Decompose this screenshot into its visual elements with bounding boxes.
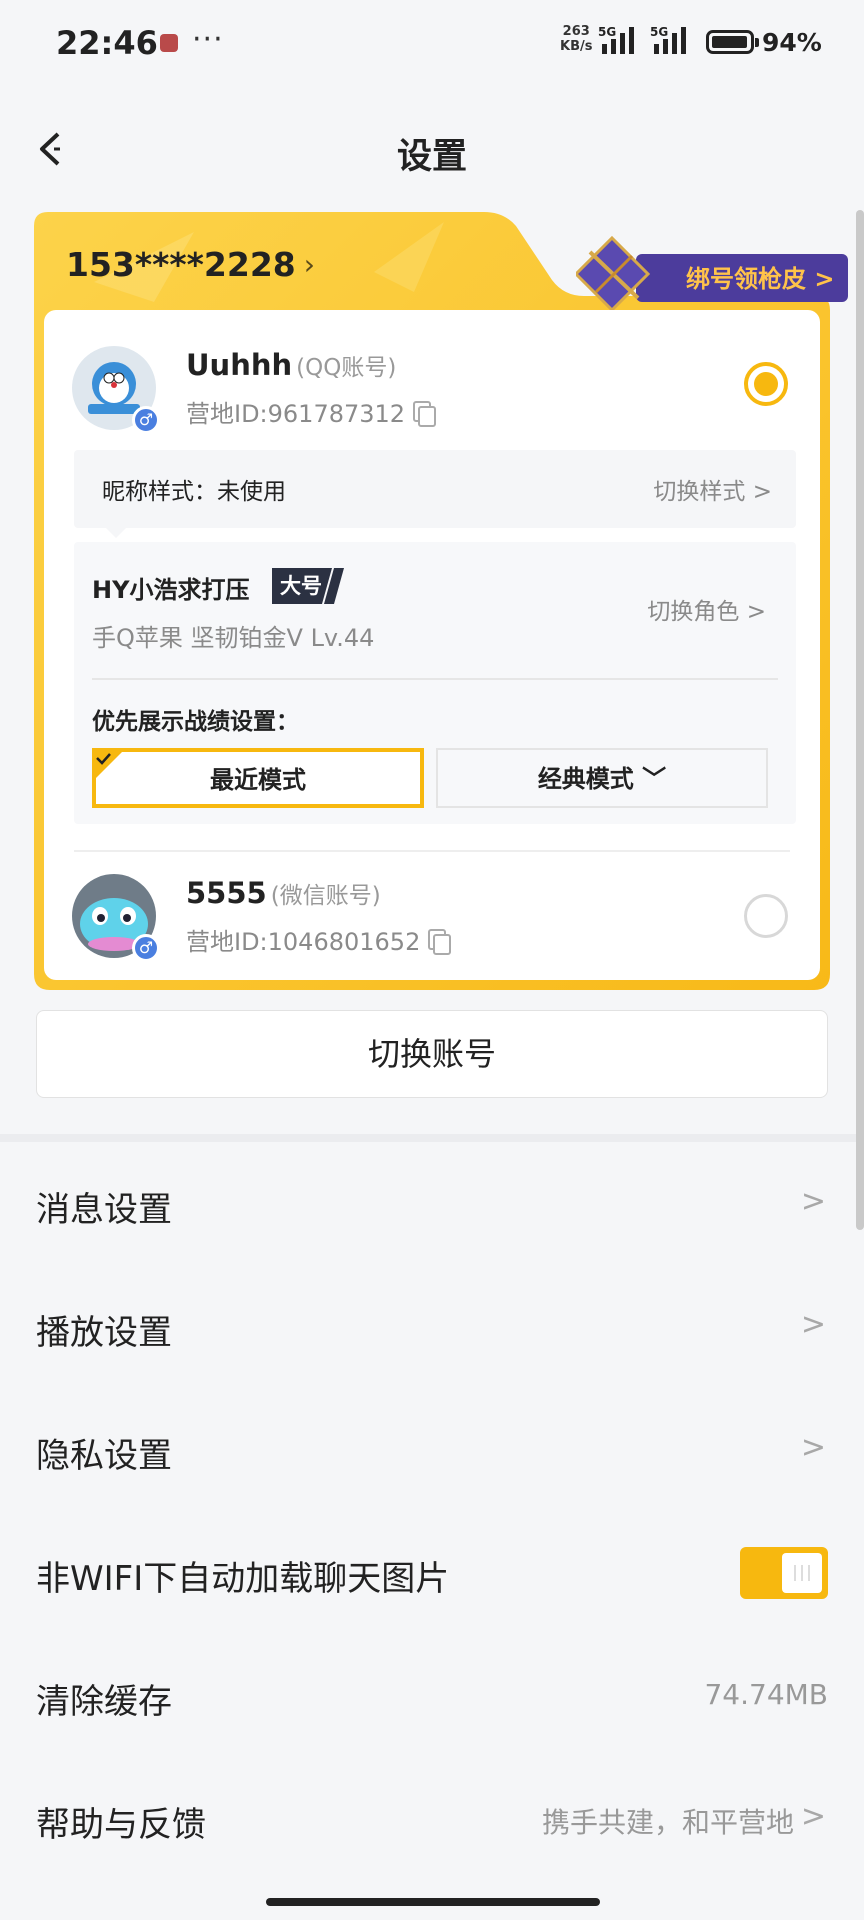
avatar[interactable]: ♂	[72, 346, 160, 434]
recent-mode-label: 最近模式	[210, 766, 306, 794]
bind-account-label: 绑号领枪皮 >	[686, 265, 835, 293]
signal-5g-icon-2: 5G	[650, 25, 686, 54]
header: 设置	[0, 96, 864, 206]
account-name: Uuhhh (QQ账号)	[186, 348, 396, 382]
section-divider	[0, 1134, 864, 1142]
account-list-panel: ♂ Uuhhh (QQ账号) 营地ID:961787312 昵称样式：未使用 切换…	[44, 310, 820, 980]
toggle-knob	[782, 1553, 822, 1593]
help-feedback-row[interactable]: 帮助与反馈 携手共建，和平营地 >	[0, 1757, 864, 1881]
gender-male-icon: ♂	[132, 934, 160, 962]
nickname-style-label: 昵称样式：未使用	[102, 479, 286, 505]
signal-5g-icon: 5G	[598, 25, 634, 54]
camp-id-text: 营地ID:961787312	[186, 400, 406, 428]
recent-mode-button[interactable]: 最近模式	[92, 748, 424, 808]
more-notifications-icon: ···	[192, 22, 224, 57]
account-name-text: Uuhhh	[186, 348, 293, 382]
phone-number: 153****2228	[66, 245, 296, 284]
battery-icon	[706, 30, 759, 54]
avatar[interactable]: ♂	[72, 874, 160, 962]
camp-id: 营地ID:1046801652	[186, 922, 452, 957]
playback-settings-row[interactable]: 播放设置 >	[0, 1265, 864, 1389]
row-label: 隐私设置	[36, 1436, 172, 1476]
role-info: 手Q苹果 坚韧铂金Ⅴ Lv.44	[92, 624, 375, 652]
row-label: 播放设置	[36, 1313, 172, 1353]
classic-mode-label: 经典模式 ﹀	[537, 765, 667, 793]
clear-cache-row[interactable]: 清除缓存 74.74MB	[0, 1634, 864, 1758]
bind-account-banner-button[interactable]: 绑号领枪皮 >	[573, 232, 852, 318]
camp-id-text: 营地ID:1046801652	[186, 928, 421, 956]
auto-load-images-toggle[interactable]	[740, 1547, 828, 1599]
classic-mode-dropdown[interactable]: 经典模式 ﹀	[436, 748, 768, 808]
main-account-badge-text: 大号	[280, 574, 322, 598]
account-type-tag: (微信账号)	[270, 883, 381, 909]
account-name-text: 5555	[186, 876, 267, 910]
selected-check-icon	[92, 748, 126, 782]
main-account-badge: 大号	[272, 568, 344, 604]
network-speed-value: 263	[562, 24, 590, 39]
message-settings-row[interactable]: 消息设置 >	[0, 1142, 864, 1266]
divider	[92, 678, 778, 680]
network-speed: 263 KB/s	[560, 24, 592, 54]
row-label: 非WIFI下自动加载聊天图片	[36, 1559, 450, 1599]
account-radio-unselected[interactable]	[744, 894, 788, 938]
account-type-tag: (QQ账号)	[296, 355, 397, 381]
cache-size: 74.74MB	[704, 1678, 828, 1711]
priority-display-label: 优先展示战绩设置：	[92, 709, 299, 735]
chevron-right-icon: >	[800, 1307, 826, 1342]
page-title: 设置	[396, 137, 467, 177]
copy-icon[interactable]	[413, 400, 437, 427]
signal-5g-label-2: 5G	[650, 25, 668, 39]
switch-role-link[interactable]: 切换角色 >	[647, 592, 766, 626]
row-label: 消息设置	[36, 1190, 172, 1230]
copy-icon[interactable]	[428, 928, 452, 955]
row-label: 清除缓存	[36, 1682, 172, 1722]
account-name: 5555 (微信账号)	[186, 876, 381, 910]
home-indicator[interactable]	[266, 1898, 600, 1906]
switch-style-link[interactable]: 切换样式 >	[653, 472, 772, 506]
role-name: HY小浩求打压	[92, 576, 250, 604]
switch-account-button[interactable]: 切换账号	[36, 1010, 828, 1098]
pointer-notch	[106, 528, 126, 538]
chevron-right-icon: >	[800, 1184, 826, 1219]
phone-number-link[interactable]: 153****2228 ›	[66, 245, 315, 284]
chevron-right-icon: >	[800, 1799, 826, 1834]
scrollbar[interactable]	[856, 210, 864, 1230]
role-panel: HY小浩求打压 大号 手Q苹果 坚韧铂金Ⅴ Lv.44 切换角色 > 优先展示战…	[74, 542, 796, 824]
chevron-right-icon: ›	[303, 248, 315, 281]
gender-male-icon: ♂	[132, 406, 160, 434]
account-radio-selected[interactable]	[744, 362, 788, 406]
app-notification-icon	[160, 34, 178, 52]
status-bar: 22:46 ··· 263 KB/s 5G 5G 94%	[0, 0, 864, 86]
help-feedback-subtitle: 携手共建，和平营地	[541, 1806, 794, 1839]
camp-id: 营地ID:961787312	[186, 394, 437, 429]
signal-5g-label: 5G	[598, 25, 616, 39]
account-card: 153****2228 › 绑号领枪皮 > ♂ Uuhhh (QQ账号) 营地I…	[34, 212, 848, 990]
divider	[74, 850, 790, 852]
battery-percent: 94%	[762, 28, 822, 57]
status-time: 22:46	[56, 24, 158, 62]
auto-load-images-row: 非WIFI下自动加载聊天图片	[0, 1511, 864, 1635]
privacy-settings-row[interactable]: 隐私设置 >	[0, 1388, 864, 1512]
network-speed-unit: KB/s	[560, 39, 593, 54]
chevron-right-icon: >	[800, 1430, 826, 1465]
nickname-style-row[interactable]: 昵称样式：未使用 切换样式 >	[74, 450, 796, 528]
row-label: 帮助与反馈	[36, 1805, 206, 1845]
